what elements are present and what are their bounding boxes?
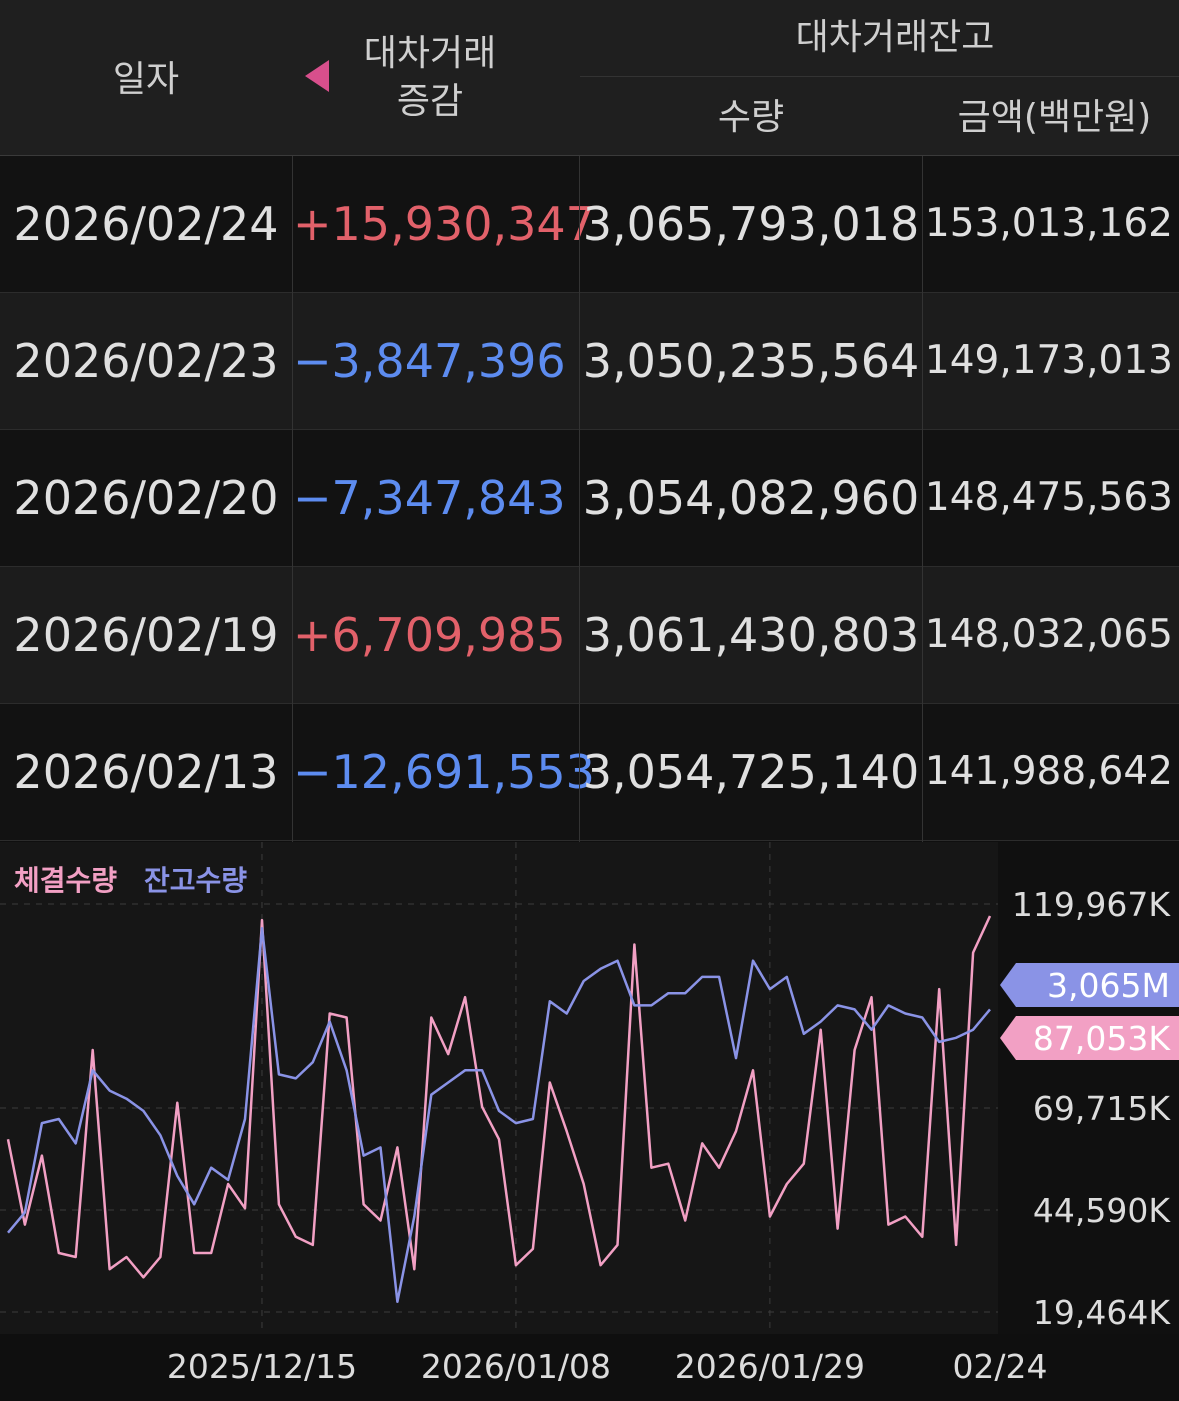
volume-badge-text: 87,053K bbox=[1033, 1019, 1171, 1058]
plot-background bbox=[0, 842, 998, 1334]
column-divider bbox=[922, 156, 923, 842]
row-qty: 3,054,725,140 bbox=[582, 745, 920, 799]
row-qty: 3,061,430,803 bbox=[582, 608, 920, 662]
row-date: 2026/02/20 bbox=[13, 471, 279, 525]
x-tick-label: 02/24 bbox=[952, 1347, 1047, 1386]
row-amount: 141,988,642 bbox=[924, 749, 1173, 794]
row-change: −12,691,553 bbox=[293, 745, 595, 799]
volume-badge: 87,053K bbox=[1000, 1016, 1179, 1060]
row-change: −3,847,396 bbox=[293, 334, 566, 388]
legend-balance: 잔고수량 bbox=[144, 864, 247, 897]
legend-volume: 체결수량 bbox=[14, 864, 117, 897]
row-qty: 3,054,082,960 bbox=[582, 471, 920, 525]
y-tick-label: 69,715K bbox=[1033, 1089, 1171, 1128]
x-tick-label: 2026/01/08 bbox=[421, 1347, 611, 1386]
balance-badge-text: 3,065M bbox=[1047, 966, 1170, 1005]
row-amount: 148,475,563 bbox=[924, 475, 1173, 520]
header-balance: 대차거래잔고 bbox=[795, 17, 995, 58]
header-date[interactable]: 일자 bbox=[0, 58, 292, 102]
chart-area[interactable]: 119,967K 69,715K 44,590K 19,464K 2025/12/15… bbox=[0, 842, 1179, 1397]
row-change: +15,930,347 bbox=[293, 197, 595, 251]
y-tick-label: 119,967K bbox=[1012, 885, 1171, 924]
column-divider bbox=[292, 156, 293, 842]
row-date: 2026/02/24 bbox=[13, 197, 279, 251]
x-tick-label: 2025/12/15 bbox=[167, 1347, 357, 1386]
row-date: 2026/02/13 bbox=[13, 745, 279, 799]
balance-badge: 3,065M bbox=[1000, 963, 1179, 1007]
table-body: 2026/02/24 +15,930,347 3,065,793,018 153… bbox=[0, 156, 1179, 841]
row-change: +6,709,985 bbox=[293, 608, 566, 662]
header-qty[interactable]: 수량 bbox=[580, 96, 922, 140]
table-header: 일자 대차거래 증감 대차거래잔고 수량 금액(백만원) bbox=[0, 0, 1179, 156]
table-row[interactable]: 2026/02/19 +6,709,985 3,061,430,803 148,… bbox=[0, 567, 1179, 704]
row-qty: 3,050,235,564 bbox=[582, 334, 920, 388]
header-change-1: 대차거래 bbox=[363, 33, 497, 74]
volume-balance-chart[interactable]: 119,967K 69,715K 44,590K 19,464K 2025/12/15… bbox=[0, 842, 1179, 1397]
row-amount: 148,032,065 bbox=[924, 612, 1173, 657]
header-amount[interactable]: 금액(백만원) bbox=[930, 96, 1179, 140]
y-tick-label: 44,590K bbox=[1033, 1191, 1171, 1230]
row-amount: 149,173,013 bbox=[924, 338, 1173, 383]
x-tick-label: 2026/01/29 bbox=[675, 1347, 865, 1386]
header-change-2: 증감 bbox=[396, 81, 464, 122]
y-tick-label: 19,464K bbox=[1033, 1293, 1171, 1332]
table-row[interactable]: 2026/02/13 −12,691,553 3,054,725,140 141… bbox=[0, 704, 1179, 841]
row-amount: 153,013,162 bbox=[924, 201, 1173, 246]
row-change: −7,347,843 bbox=[293, 471, 566, 525]
table-row[interactable]: 2026/02/20 −7,347,843 3,054,082,960 148,… bbox=[0, 430, 1179, 567]
sort-left-arrow-icon[interactable] bbox=[305, 60, 329, 92]
table-row[interactable]: 2026/02/24 +15,930,347 3,065,793,018 153… bbox=[0, 156, 1179, 293]
column-divider bbox=[579, 156, 580, 842]
row-date: 2026/02/23 bbox=[13, 334, 279, 388]
row-date: 2026/02/19 bbox=[13, 608, 279, 662]
table-row[interactable]: 2026/02/23 −3,847,396 3,050,235,564 149,… bbox=[0, 293, 1179, 430]
row-qty: 3,065,793,018 bbox=[582, 197, 920, 251]
header-divider bbox=[580, 76, 1179, 77]
